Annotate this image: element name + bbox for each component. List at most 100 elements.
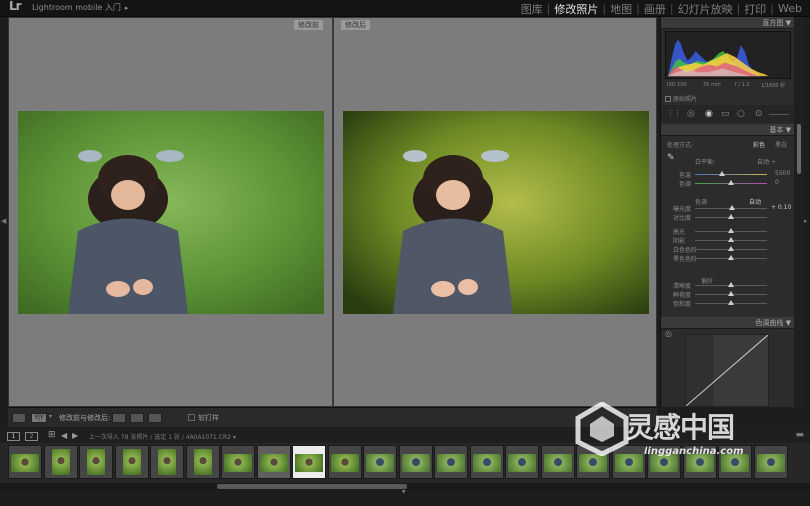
adjust-slider-8[interactable]: [695, 300, 767, 305]
filmstrip-thumbnail[interactable]: [256, 445, 291, 479]
swap-before-after-button[interactable]: [148, 413, 162, 423]
temp-slider[interactable]: [695, 171, 767, 176]
filmstrip-thumbnail[interactable]: [398, 445, 433, 479]
adjust-slider-2[interactable]: [695, 228, 767, 233]
wb-preset-dropdown[interactable]: 自动 ÷: [757, 157, 776, 166]
filmstrip-thumbnail[interactable]: [327, 445, 362, 479]
histogram-header[interactable]: 直方图 ▼: [661, 17, 795, 29]
back-arrow-icon[interactable]: ◀: [61, 431, 67, 440]
adjust-slider-4[interactable]: [695, 246, 767, 251]
module-develop[interactable]: 修改照片: [550, 1, 602, 17]
main-window-button[interactable]: 1: [7, 432, 20, 441]
copy-after-to-before-button[interactable]: [130, 413, 144, 423]
adjust-slider-6[interactable]: [695, 282, 767, 287]
mode-dropdown-icon[interactable]: ▾: [49, 413, 52, 420]
second-window-button[interactable]: 2: [25, 432, 38, 441]
spot-removal-icon[interactable]: ◎: [687, 109, 695, 119]
thumbnail-image: [295, 454, 323, 472]
red-eye-icon[interactable]: ◉: [705, 109, 713, 119]
filmstrip-thumbnail[interactable]: [434, 445, 468, 479]
slider-knob[interactable]: [728, 237, 734, 242]
thumbnail-image: [51, 449, 70, 475]
grid-icon[interactable]: ⊞: [48, 430, 56, 440]
right-panel-scroll-thumb[interactable]: [797, 124, 801, 174]
aperture-info: f / 1.2: [735, 82, 750, 88]
slider-label-7: 鲜艳度: [673, 292, 692, 299]
basic-header[interactable]: 基本 ▼: [661, 124, 795, 136]
tone-label: 色调: [695, 199, 708, 206]
tool-strip: ⋮⋮ ◎ ◉ ▭ ○ ⊙: [661, 105, 795, 123]
filmstrip-thumbnail[interactable]: [114, 445, 149, 479]
adjustment-brush-icon[interactable]: ⊙: [755, 109, 763, 119]
lightroom-logo: Lr: [9, 0, 22, 13]
filmstrip-thumbnail[interactable]: [505, 445, 539, 479]
title-arrow-icon: ▸: [124, 4, 129, 12]
thumbnail-image: [224, 454, 252, 472]
filmstrip-thumbnail[interactable]: [540, 445, 575, 479]
adjust-slider-3[interactable]: [695, 237, 767, 242]
slider-knob[interactable]: [728, 300, 734, 305]
right-panel-scrollbar[interactable]: [794, 17, 804, 407]
forward-arrow-icon[interactable]: ▶: [72, 431, 78, 440]
compare-divider[interactable]: [332, 18, 334, 406]
tool-slider[interactable]: [769, 114, 789, 115]
module-web[interactable]: Web: [774, 2, 806, 15]
module-book[interactable]: 画册: [640, 1, 670, 17]
thumbnail-image: [401, 454, 430, 472]
filmstrip-source-info[interactable]: 上一次导入 78 张照片 / 选定 1 张 / 4A0A1071.CR2 ▾: [89, 432, 236, 441]
tint-slider[interactable]: [695, 180, 767, 185]
histogram: [665, 31, 791, 79]
target-adjust-icon[interactable]: ◎: [665, 329, 672, 338]
module-map[interactable]: 地图: [606, 1, 636, 17]
filmstrip-filter-icon[interactable]: ▬: [795, 430, 804, 440]
slider-knob[interactable]: [728, 228, 734, 233]
graduated-filter-icon[interactable]: ▭: [721, 109, 730, 119]
loupe-view-button[interactable]: [12, 413, 26, 423]
tone-curve-graph[interactable]: [685, 334, 769, 407]
module-slideshow[interactable]: 幻灯片放映: [674, 1, 737, 17]
filmstrip-thumbnail[interactable]: [469, 445, 504, 479]
copy-before-to-after-button[interactable]: [112, 413, 126, 423]
crop-icon[interactable]: ⋮⋮: [667, 109, 681, 117]
thumbnail-image: [508, 454, 536, 472]
before-after-mode-button[interactable]: Y|Y: [31, 413, 47, 423]
filmstrip-thumbnail[interactable]: [292, 445, 326, 479]
filmstrip-thumbnail[interactable]: [185, 445, 220, 479]
filmstrip-thumbnail[interactable]: [79, 445, 113, 479]
temp-label: 色温: [679, 172, 692, 179]
filmstrip-thumbnail[interactable]: [43, 445, 78, 479]
filmstrip-thumbnail[interactable]: [150, 445, 184, 479]
module-library[interactable]: 图库: [517, 1, 547, 17]
thumbnail-image: [330, 454, 359, 472]
iso-info: ISO 100: [667, 82, 687, 88]
soft-proofing-checkbox[interactable]: 软打样: [188, 413, 219, 423]
adjust-slider-7[interactable]: [695, 291, 767, 296]
slider-knob[interactable]: [728, 214, 734, 219]
treatment-color-option[interactable]: 彩色: [753, 140, 765, 149]
slider-knob[interactable]: [728, 282, 734, 287]
original-photo-checkbox[interactable]: 原始照片: [665, 94, 697, 103]
left-panel-toggle-icon[interactable]: ◀: [1, 218, 6, 225]
slider-knob[interactable]: [728, 291, 734, 296]
adjust-slider-0[interactable]: [695, 205, 767, 210]
slider-knob[interactable]: [729, 205, 736, 210]
identity-plate[interactable]: Lightroom mobile 入门 ▸: [32, 2, 128, 13]
adjust-slider-5[interactable]: [695, 255, 767, 260]
watermark: 灵感中国 lingganchina.com: [574, 400, 786, 472]
slider-knob[interactable]: [728, 246, 734, 251]
treatment-bw-option[interactable]: 黑白: [775, 140, 787, 149]
filmstrip-thumbnail[interactable]: [363, 445, 397, 479]
filmstrip-scroll-thumb[interactable]: [217, 484, 407, 489]
after-photo[interactable]: [343, 111, 649, 314]
wb-eyedropper-icon[interactable]: ✎: [667, 153, 675, 163]
slider-label-6: 清晰度: [673, 283, 692, 290]
tone-curve-header[interactable]: 色调曲线 ▼: [661, 317, 795, 329]
radial-filter-icon[interactable]: ○: [737, 109, 745, 119]
filmstrip-thumbnail[interactable]: [8, 445, 42, 479]
tone-auto-button[interactable]: 自动: [749, 197, 761, 206]
adjust-slider-1[interactable]: [695, 214, 767, 219]
before-photo[interactable]: [18, 111, 324, 314]
module-print[interactable]: 打印: [740, 1, 770, 17]
slider-knob[interactable]: [728, 255, 734, 260]
filmstrip-thumbnail[interactable]: [221, 445, 255, 479]
